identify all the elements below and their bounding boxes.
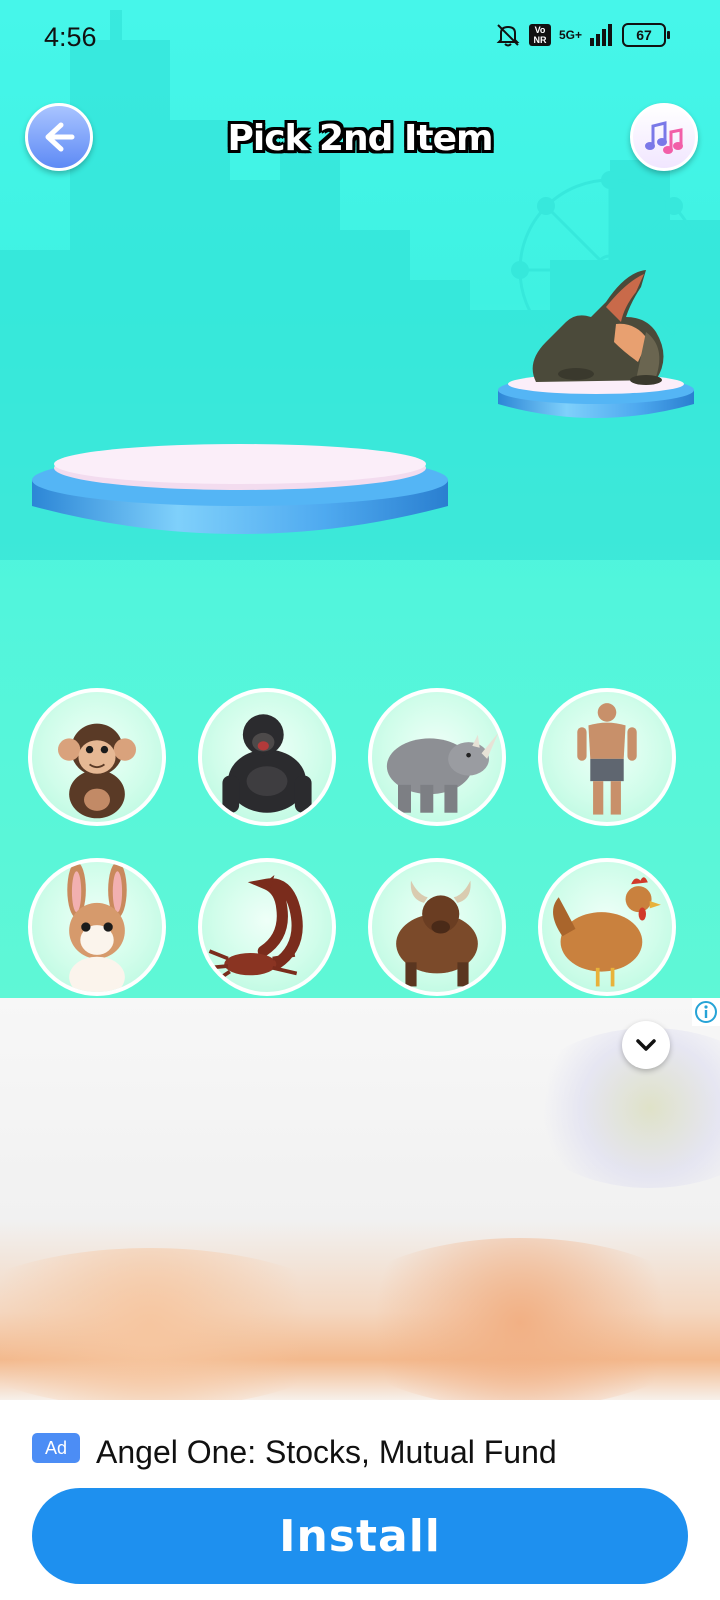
item-monkey[interactable] [28,688,166,826]
rhino-image [386,732,499,813]
ad-footer: Ad Angel One: Stocks, Mutual Fund Instal… [0,1400,720,1600]
item-rhino[interactable] [368,688,506,826]
ad-collapse-button[interactable] [622,1021,670,1069]
music-notes-icon [645,121,683,154]
volte-badge: Vo NR [528,24,551,46]
scorpion-image [207,875,303,985]
ad-blur-shape [0,1248,360,1400]
network-type: 5G+ [558,28,582,42]
music-button[interactable] [630,103,698,171]
status-icons: Vo NR 5G+ 67 [495,22,670,48]
crocodile-image [532,270,664,385]
first-pick-podium [498,270,694,418]
page-title: Pick 2nd Item [227,118,493,159]
ad-info-button[interactable] [692,998,720,1026]
bull-image [396,880,478,987]
ad-banner-media[interactable] [0,998,720,1400]
second-pick-podium [32,444,448,534]
game-screen: 4:56 Vo NR 5G+ 67 Pick 2nd Item [0,0,720,998]
item-bodybuilder[interactable] [538,688,676,826]
ad-blur-shape [520,1028,720,1188]
info-icon [695,1001,717,1023]
clock: 4:56 [44,22,97,52]
status-bar: 4:56 Vo NR 5G+ 67 [0,0,720,78]
rooster-image [553,877,661,987]
item-bull[interactable] [368,858,506,996]
item-rooster[interactable] [538,858,676,996]
item-rabbit[interactable] [28,858,166,996]
ad-app-title[interactable]: Angel One: Stocks, Mutual Fund [96,1434,557,1471]
ad-badge: Ad [32,1433,80,1463]
item-gorilla[interactable] [198,688,336,826]
install-button[interactable]: Install [32,1488,688,1584]
chevron-down-icon [636,1039,656,1051]
bodybuilder-image [577,703,637,815]
mute-bell-icon [496,24,520,47]
ad-blur-shape [330,1238,710,1400]
signal-icon [590,24,612,46]
battery-indicator: 67 [622,23,670,47]
gorilla-image [222,714,312,813]
item-scorpion[interactable] [198,858,336,996]
rabbit-image [67,862,127,992]
monkey-image [58,723,136,819]
